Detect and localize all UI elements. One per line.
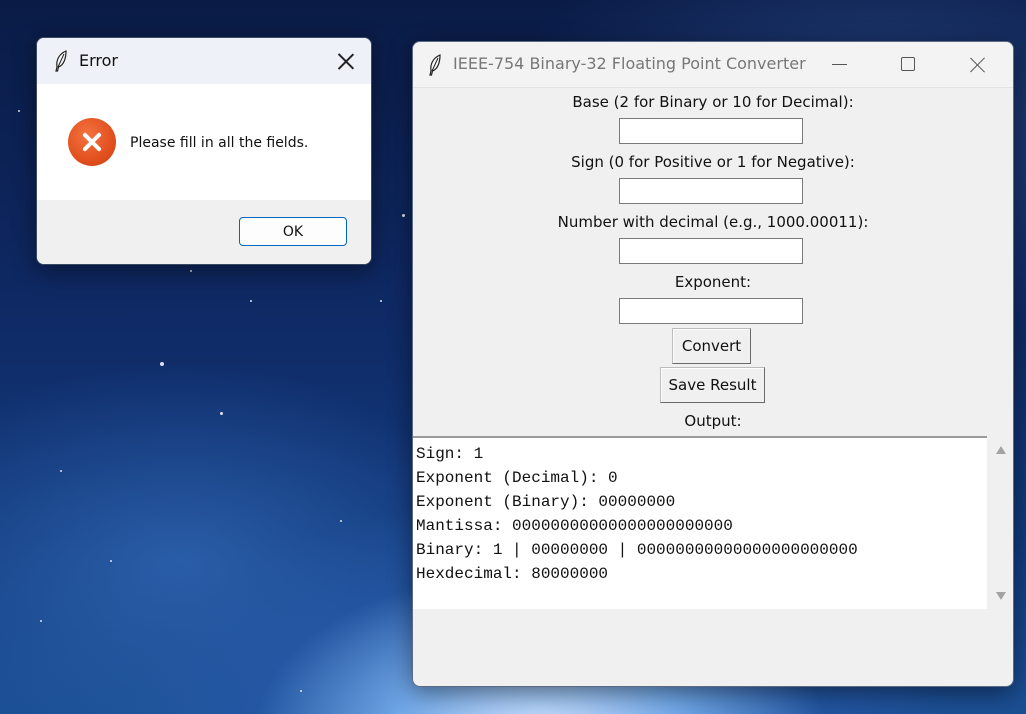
- exponent-input[interactable]: [619, 298, 803, 324]
- convert-button[interactable]: Convert: [672, 328, 751, 364]
- sign-input[interactable]: [619, 178, 803, 204]
- error-message: Please fill in all the fields.: [130, 135, 309, 151]
- output-line: Mantissa: 00000000000000000000000: [416, 517, 733, 535]
- number-input[interactable]: [619, 238, 803, 264]
- minimize-button[interactable]: [808, 42, 866, 87]
- scroll-up-arrow-icon[interactable]: [996, 446, 1006, 454]
- error-dialog-body: Please fill in all the fields.: [37, 84, 371, 200]
- output-label: Output:: [684, 412, 742, 430]
- scroll-down-arrow-icon[interactable]: [996, 592, 1006, 600]
- error-dialog-title: Error: [79, 51, 118, 70]
- save-result-button[interactable]: Save Result: [660, 367, 765, 403]
- output-line: Exponent (Decimal): 0: [416, 469, 618, 487]
- converter-window: IEEE-754 Binary-32 Floating Point Conver…: [412, 41, 1014, 687]
- output-scrollbar[interactable]: [989, 436, 1013, 609]
- exponent-label: Exponent:: [674, 273, 752, 291]
- output-line: Sign: 1: [416, 445, 484, 463]
- number-label: Number with decimal (e.g., 1000.00011):: [557, 213, 869, 231]
- maximize-button[interactable]: [879, 42, 937, 87]
- feather-icon: [429, 54, 441, 76]
- error-x-icon: [68, 118, 116, 166]
- sign-label: Sign (0 for Positive or 1 for Negative):: [571, 153, 855, 171]
- close-button[interactable]: [949, 42, 1007, 87]
- output-line: Exponent (Binary): 00000000: [416, 493, 676, 511]
- base-label: Base (2 for Binary or 10 for Decimal):: [572, 93, 854, 111]
- feather-icon: [55, 50, 67, 72]
- output-line: Hexdecimal: 80000000: [416, 565, 609, 583]
- output-line: Binary: 1 | 00000000 | 00000000000000000…: [416, 541, 858, 559]
- error-dialog-close-button[interactable]: [335, 50, 357, 72]
- base-input[interactable]: [619, 118, 803, 144]
- ok-button[interactable]: OK: [239, 217, 347, 246]
- error-dialog-footer: OK: [37, 200, 371, 264]
- error-dialog: Error Please fill in all the fields. OK: [36, 37, 372, 265]
- window-title: IEEE-754 Binary-32 Floating Point Conver…: [453, 54, 806, 73]
- error-dialog-titlebar: Error: [37, 38, 371, 84]
- window-titlebar: IEEE-754 Binary-32 Floating Point Conver…: [413, 42, 1013, 88]
- output-textbox[interactable]: Sign: 1 Exponent (Decimal): 0 Exponent (…: [413, 436, 987, 609]
